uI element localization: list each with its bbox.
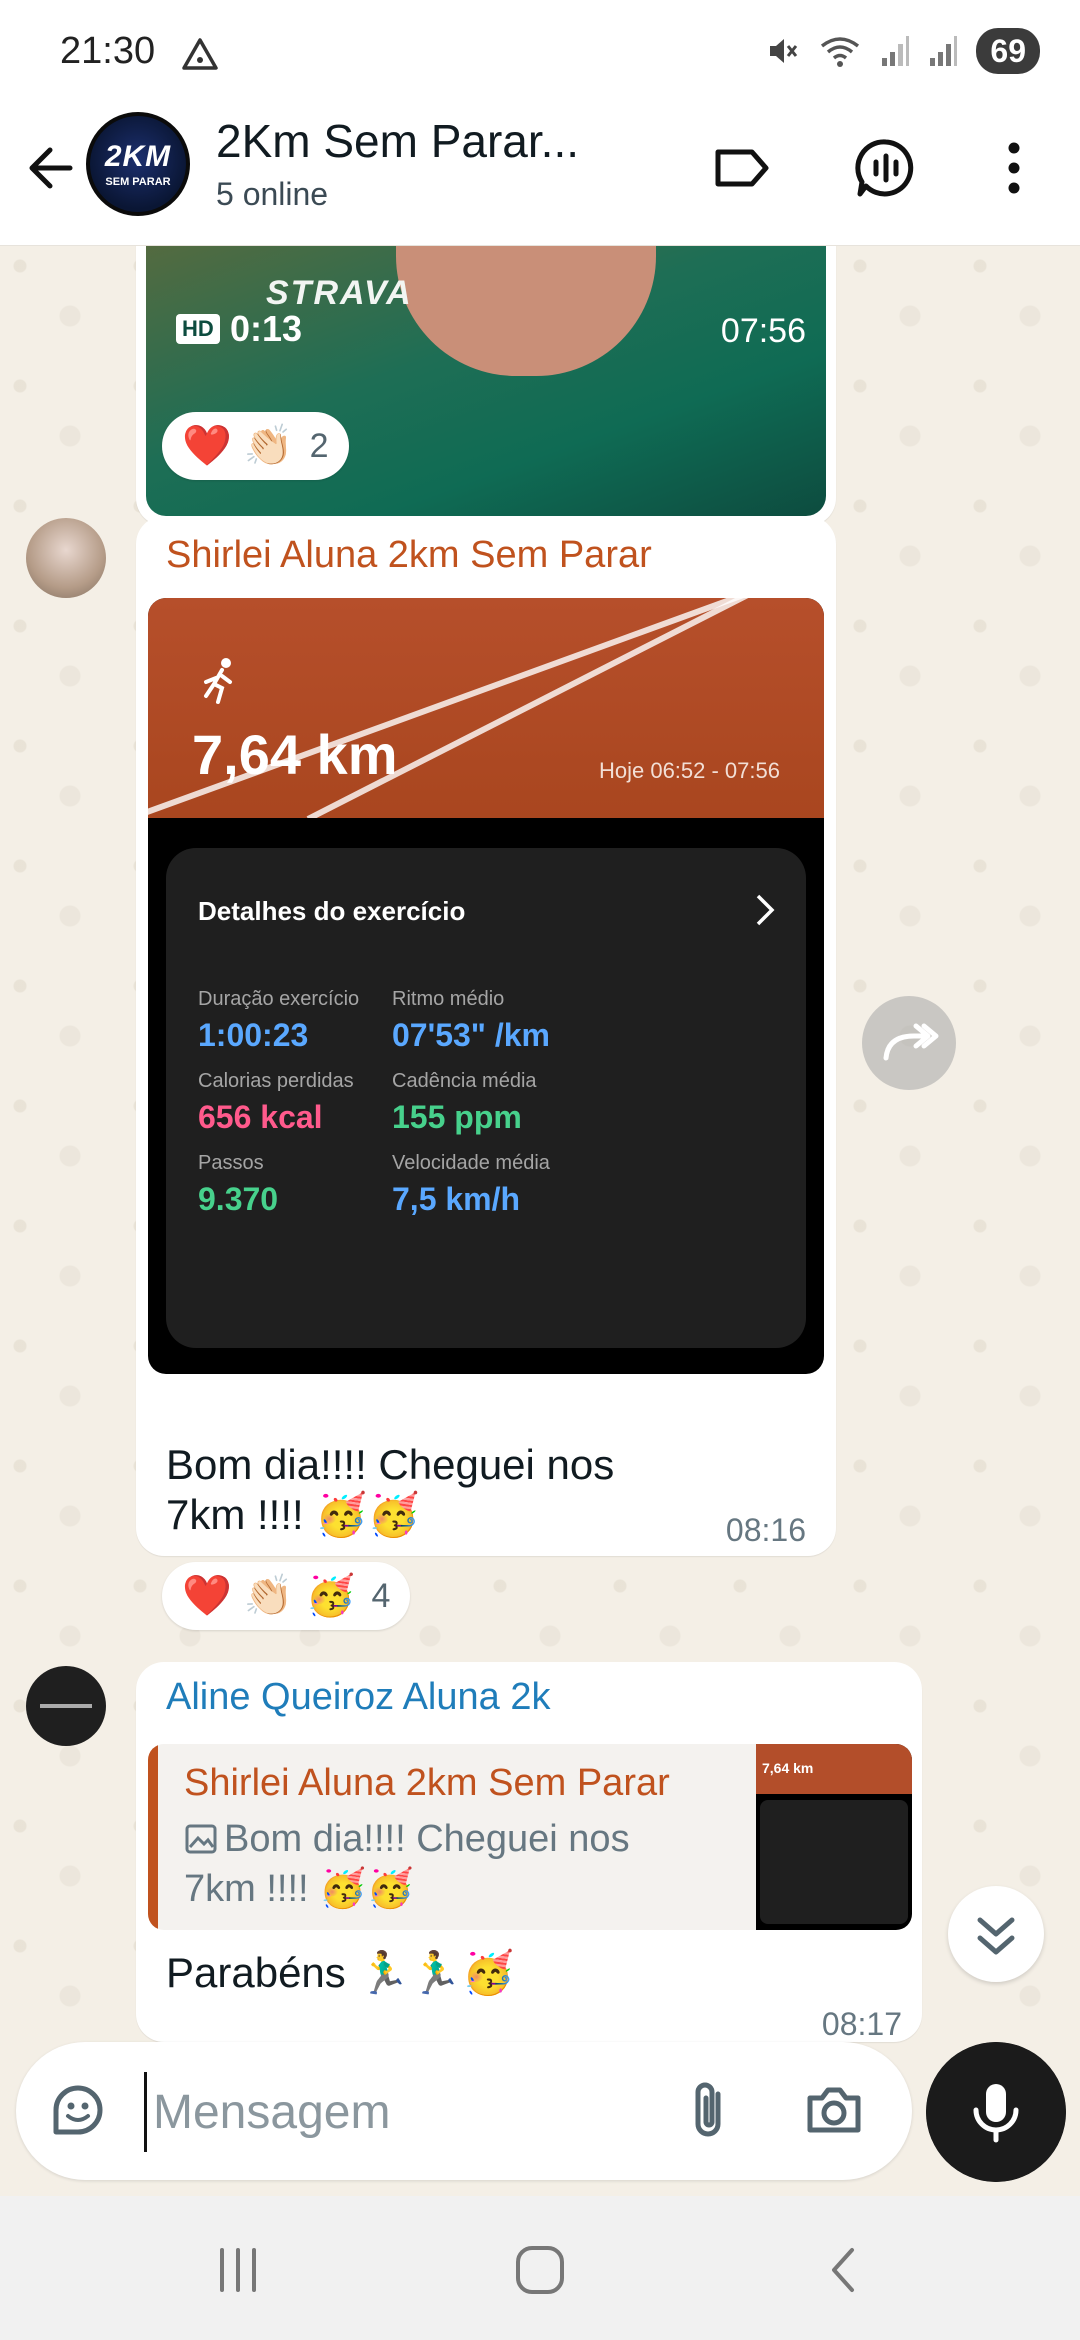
reactions-bar[interactable]: ❤️ 👏🏻 2 [162,412,349,480]
avatar-text-main: 2KM [104,140,172,173]
microphone-icon[interactable] [926,2042,1066,2182]
video-frame-person [396,246,656,376]
wifi-icon [821,37,860,67]
clap-reaction: 👏🏻 [243,424,294,468]
metric-value: 656 kcal [198,1099,323,1135]
message-time: 07:56 [720,312,806,350]
clap-reaction: 👏🏻 [243,1574,294,1618]
metric-calories: Calorias perdidas 656 kcal [198,1070,354,1136]
back-nav-icon[interactable] [814,2240,874,2300]
workout-details-card: Detalhes do exercício Duração exercício … [166,848,806,1348]
message-time: 08:16 [725,1512,806,1548]
metric-speed: Velocidade média 7,5 km/h [392,1152,550,1218]
metric-cadence: Cadência média 155 ppm [392,1070,537,1136]
reaction-count: 4 [371,1576,391,1615]
more-options-icon[interactable] [982,136,1046,200]
chevron-right-icon [756,894,775,926]
message-time: 08:17 [821,2006,902,2042]
sender-name[interactable]: Aline Queiroz Aluna 2k [166,1676,550,1719]
video-duration: 0:13 [230,308,303,349]
quote-thumb-km: 7,64 km [762,1760,814,1776]
metric-label: Ritmo médio [392,988,505,1010]
metric-value: 7,5 km/h [392,1181,521,1217]
hd-badge: HD [176,314,220,344]
sticker-icon[interactable] [46,2078,110,2142]
heart-reaction: ❤️ [182,424,232,468]
metric-value: 155 ppm [392,1099,522,1135]
alert-triangle-icon [182,38,218,70]
metric-value: 9.370 [198,1181,279,1217]
video-message[interactable]: STRAVA HD 0:13 07:56 [136,246,836,526]
avatar-text-sub: SEM PARAR [105,176,171,188]
status-time: 21:30 [60,30,156,72]
metric-label: Velocidade média [392,1152,550,1174]
workout-banner: 7,64 km Hoje 06:52 - 07:56 [148,598,824,818]
avatar-shirlei[interactable] [26,518,106,598]
workout-card-title: Detalhes do exercício [198,896,466,926]
message-bubble-aline[interactable]: Aline Queiroz Aluna 2k Shirlei Aluna 2km… [136,1662,922,2042]
metric-value: 1:00:23 [198,1017,309,1053]
party-reaction: 🥳 [305,1574,356,1618]
workout-image[interactable]: 7,64 km Hoje 06:52 - 07:56 Detalhes do e… [148,598,824,1374]
metric-pace: Ritmo médio 07'53" /km [392,988,550,1054]
chat-title[interactable]: 2Km Sem Parar... [216,114,579,168]
quoted-message[interactable]: Shirlei Aluna 2km Sem Parar Bom dia!!!! … [148,1744,912,1930]
mute-icon [770,39,798,63]
reactions-bar[interactable]: ❤️ 👏🏻 🥳 4 [162,1562,411,1630]
scroll-to-bottom-icon[interactable] [948,1886,1044,1982]
voice-chat-icon[interactable] [854,136,918,200]
recent-apps-icon[interactable] [208,2240,268,2300]
metric-label: Calorias perdidas [198,1070,354,1092]
workout-distance: 7,64 km [192,723,398,786]
running-icon [204,658,232,704]
quote-text: Bom dia!!!! Cheguei nos 7km !!!! 🥳🥳 [184,1814,684,1914]
message-text-line-2: 7km !!!! 🥳🥳 [166,1491,420,1538]
battery-level: 69 [976,28,1040,74]
message-composer [16,2042,912,2180]
message-bubble-shirlei[interactable]: Shirlei Aluna 2km Sem Parar 7,64 km Hoje… [136,516,836,1556]
metric-duration: Duração exercício 1:00:23 [198,988,359,1054]
quote-text-line-1: Bom dia!!!! Cheguei nos [224,1818,630,1860]
reaction-count: 2 [309,426,329,465]
message-text: Parabéns 🏃‍♂️🏃‍♂️🥳 [166,1949,515,1996]
camera-icon[interactable] [802,2078,866,2142]
signal-icon [882,36,910,66]
message-input[interactable] [144,2072,664,2152]
signal-icon-2 [930,36,958,66]
status-icons: 69 [766,28,1040,74]
metric-steps: Passos 9.370 [198,1152,278,1218]
sender-name[interactable]: Shirlei Aluna 2km Sem Parar [166,534,652,577]
group-avatar[interactable]: 2KM SEM PARAR [86,112,190,216]
heart-reaction: ❤️ [182,1574,232,1618]
back-arrow-icon[interactable] [20,136,84,200]
quote-accent-bar [148,1744,158,1930]
quote-author: Shirlei Aluna 2km Sem Parar [184,1762,670,1804]
chat-area[interactable]: STRAVA HD 0:13 07:56 ❤️ 👏🏻 2 Shirlei Alu… [0,246,1080,2046]
metric-value: 07'53" /km [392,1017,550,1053]
home-icon[interactable] [510,2240,570,2300]
image-icon [185,1824,217,1854]
status-bar: 21:30 69 [0,0,1080,100]
system-nav-bar [0,2196,1080,2340]
forward-icon[interactable] [862,996,956,1090]
avatar-logo-icon [40,1704,92,1708]
attach-icon[interactable] [678,2078,742,2142]
avatar-aline[interactable] [26,1666,106,1746]
metric-label: Passos [198,1152,264,1174]
quote-thumbnail: 7,64 km [756,1744,912,1930]
label-tag-icon[interactable] [710,136,774,200]
metric-label: Duração exercício [198,988,360,1010]
workout-date-range: Hoje 06:52 - 07:56 [598,758,780,783]
metric-label: Cadência média [392,1070,537,1092]
chat-header: 2KM SEM PARAR 2Km Sem Parar... 5 online [0,100,1080,246]
quote-text-line-2: 7km !!!! 🥳🥳 [184,1868,414,1910]
online-count: 5 online [216,176,329,212]
